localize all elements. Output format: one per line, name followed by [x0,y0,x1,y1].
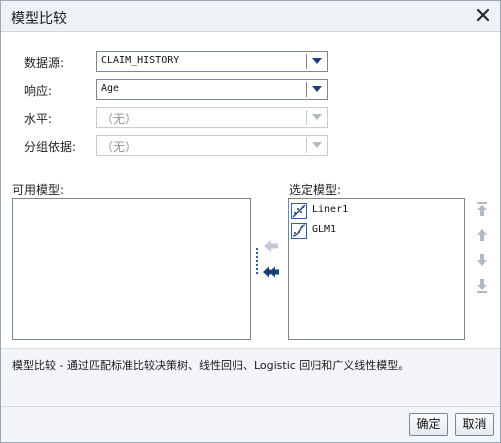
linear-regression-icon [291,203,307,219]
data-source-label: 数据源: [24,56,65,70]
response-select[interactable]: Age [96,79,328,100]
group-by-select: （无） [96,135,328,156]
available-models-label: 可用模型: [12,183,65,197]
combo-separator [306,54,307,69]
combo-separator [306,110,307,125]
cancel-button[interactable]: 取消 [455,413,494,436]
move-left-icon [262,237,280,255]
chevron-down-icon [312,114,322,120]
data-source-value: CLAIM_HISTORY [101,55,180,66]
drag-handle [256,248,258,274]
selected-models-list[interactable]: Liner1 GLM1 [288,198,465,340]
dialog-title: 模型比较 [11,11,67,27]
move-to-top-icon [474,201,490,217]
move-all-left-icon[interactable] [262,263,280,281]
list-item-label: GLM1 [312,224,337,235]
glm-icon [291,223,307,239]
response-label: 响应: [24,84,53,98]
group-by-value: （无） [101,140,138,154]
title-bar: 模型比较 [1,1,500,32]
level-label: 水平: [24,112,53,126]
list-item-label: Liner1 [312,204,349,215]
divider [1,406,500,407]
move-to-bottom-icon [474,278,490,294]
group-by-label: 分组依据: [24,140,77,154]
chevron-down-icon [312,142,322,148]
move-down-icon [474,252,490,268]
level-select: （无） [96,107,328,128]
list-item[interactable]: Liner1 [291,202,441,220]
close-icon[interactable] [474,6,492,24]
available-models-list[interactable] [12,198,251,340]
ok-button[interactable]: 确定 [409,413,448,436]
selected-models-label: 选定模型: [289,183,342,197]
response-value: Age [101,83,120,94]
level-value: （无） [101,112,138,126]
chevron-down-icon[interactable] [312,58,322,64]
dialog-footer: 模型比较 - 通过匹配标准比较决策树、线性回归、Logistic 回归和广义线性… [1,348,500,442]
move-up-icon [474,227,490,243]
description-text: 模型比较 - 通过匹配标准比较决策树、线性回归、Logistic 回归和广义线性… [12,359,410,372]
chevron-down-icon[interactable] [312,86,322,92]
data-source-select[interactable]: CLAIM_HISTORY [96,51,328,72]
combo-separator [306,138,307,153]
combo-separator [306,82,307,97]
model-comparison-dialog: 模型比较 数据源: CLAIM_HISTORY 响应: Age 水平: （无） … [0,0,501,443]
list-item[interactable]: GLM1 [291,222,441,240]
